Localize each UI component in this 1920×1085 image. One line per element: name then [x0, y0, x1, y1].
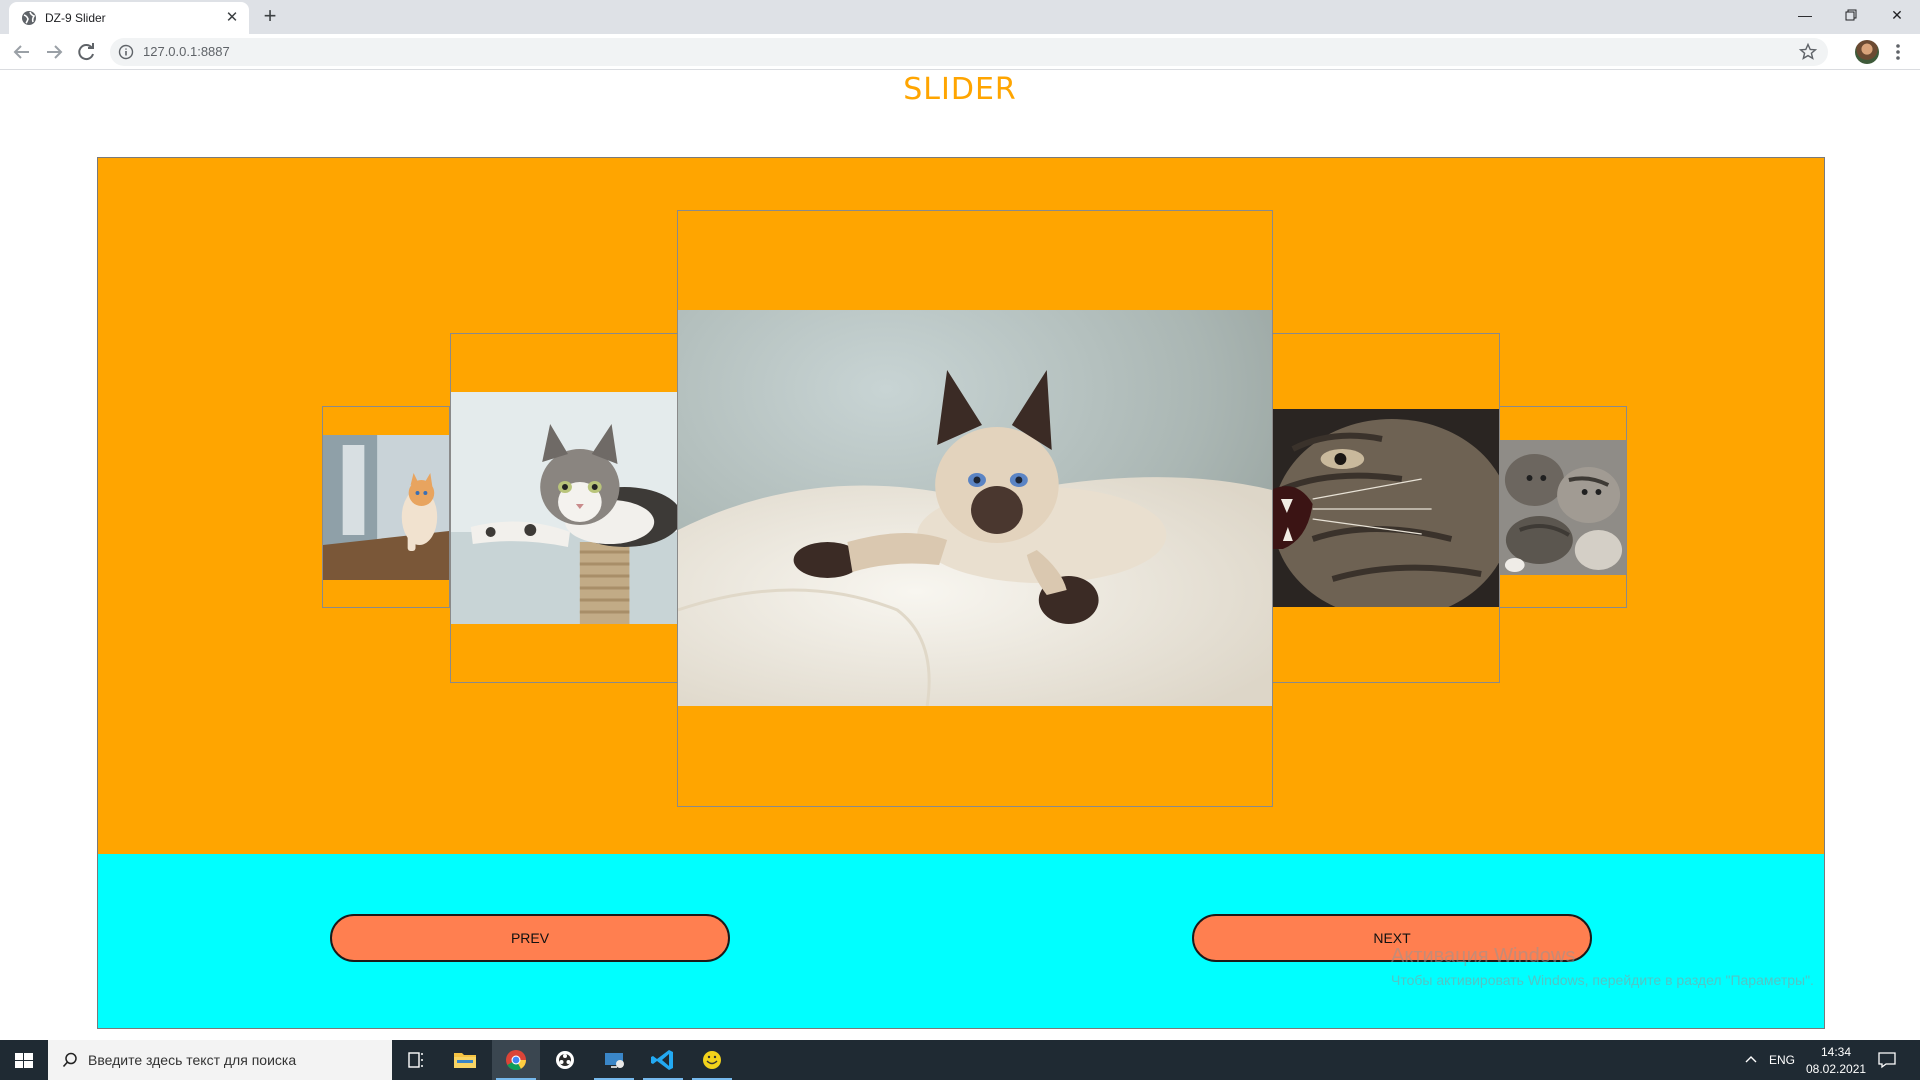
tab-title: DZ-9 Slider — [45, 11, 106, 25]
browser-tab-strip: DZ-9 Slider ✕ + — ✕ — [0, 0, 1920, 34]
back-arrow-icon[interactable] — [10, 40, 34, 64]
slide-left[interactable] — [450, 333, 678, 683]
hissing-tabby-cat-photo — [1273, 409, 1499, 607]
siamese-kitten-on-pillow-photo — [678, 310, 1272, 706]
windows-taskbar: Введите здесь текст для поиска ENG 14:34… — [0, 1040, 1920, 1080]
slide-right[interactable] — [1272, 333, 1500, 683]
search-icon — [62, 1052, 77, 1068]
windows-logo-icon — [15, 1053, 33, 1068]
start-button[interactable] — [0, 1040, 48, 1080]
folder-icon — [454, 1053, 476, 1068]
site-info-icon[interactable] — [118, 44, 134, 60]
address-bar[interactable]: 127.0.0.1:8887 — [110, 38, 1828, 66]
chevron-up-icon[interactable] — [1744, 1053, 1758, 1067]
task-view-icon — [408, 1052, 423, 1068]
kittens-playing-photo — [1500, 440, 1626, 575]
computer-user-icon — [605, 1053, 624, 1068]
globe-icon — [22, 11, 36, 25]
slider-stage — [98, 158, 1824, 854]
slide-far-left[interactable] — [322, 406, 450, 608]
language-indicator[interactable]: ENG — [1769, 1053, 1795, 1067]
profile-avatar[interactable] — [1855, 40, 1879, 64]
chrome-icon — [506, 1050, 527, 1071]
chrome-taskbar-button[interactable] — [492, 1040, 540, 1080]
minimize-window-icon[interactable]: — — [1782, 0, 1828, 30]
restore-window-icon[interactable] — [1828, 0, 1874, 30]
browser-tab[interactable]: DZ-9 Slider ✕ — [9, 2, 249, 34]
taskbar-search-placeholder: Введите здесь текст для поиска — [88, 1052, 297, 1068]
browser-menu-icon[interactable] — [1890, 40, 1906, 64]
browser-toolbar: 127.0.0.1:8887 — [0, 34, 1920, 70]
prev-button[interactable]: PREV — [330, 914, 730, 962]
smiley-app-icon — [703, 1051, 721, 1069]
bookmark-star-icon[interactable] — [1798, 42, 1818, 62]
clock-time[interactable]: 14:34 — [1821, 1045, 1851, 1059]
windows-activation-title: Активация Windows — [1391, 945, 1576, 967]
kitten-on-table-photo — [323, 435, 449, 580]
record-app-icon — [556, 1051, 574, 1069]
notification-icon[interactable] — [1877, 1050, 1897, 1070]
sticky-app-taskbar-button[interactable] — [688, 1040, 736, 1080]
vscode-taskbar-button[interactable] — [639, 1040, 687, 1080]
forward-arrow-icon[interactable] — [42, 40, 66, 64]
tabby-on-scratching-post-photo — [451, 392, 677, 624]
slide-center[interactable] — [677, 210, 1273, 807]
close-window-icon[interactable]: ✕ — [1874, 0, 1920, 30]
url-text: 127.0.0.1:8887 — [143, 44, 230, 59]
new-tab-button[interactable]: + — [258, 5, 282, 29]
file-explorer-button[interactable] — [441, 1040, 489, 1080]
slide-far-right[interactable] — [1499, 406, 1627, 608]
taskbar-search[interactable]: Введите здесь текст для поиска — [48, 1040, 392, 1080]
slider: PREV NEXT — [97, 157, 1825, 1029]
windows-activation-text: Чтобы активировать Windows, перейдите в … — [1391, 972, 1814, 988]
task-view-button[interactable] — [392, 1040, 440, 1080]
slider-controls: PREV NEXT — [98, 854, 1824, 1028]
page-title: SLIDER — [903, 72, 1017, 107]
close-tab-icon[interactable]: ✕ — [223, 9, 241, 27]
obs-taskbar-button[interactable] — [541, 1040, 589, 1080]
clock-date[interactable]: 08.02.2021 — [1806, 1062, 1866, 1076]
remote-app-taskbar-button[interactable] — [590, 1040, 638, 1080]
reload-icon[interactable] — [74, 40, 98, 64]
vscode-icon — [651, 1050, 673, 1070]
